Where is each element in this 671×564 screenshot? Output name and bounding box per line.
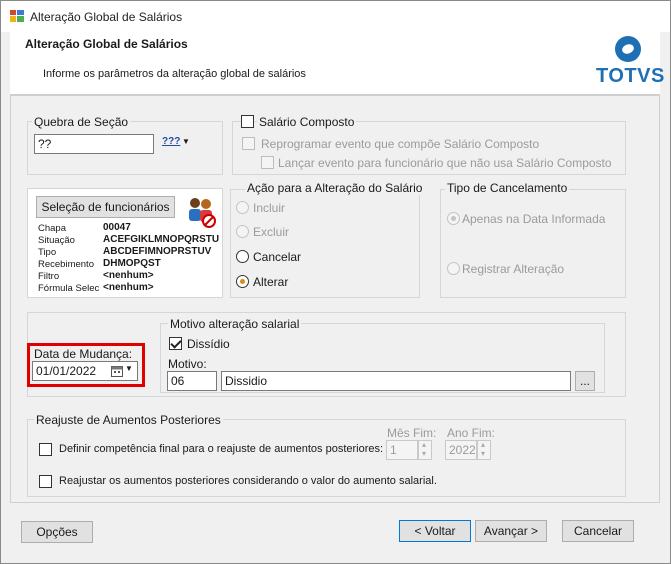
dissidio-label: Dissídio	[187, 337, 230, 351]
totvs-logo-text: TOTVS	[596, 65, 665, 87]
recebimento-label: Recebimento	[38, 259, 94, 270]
date-picker-button[interactable]: ▼	[109, 363, 135, 379]
reprogramar-checkbox[interactable]	[242, 137, 255, 150]
incluir-radio[interactable]	[236, 201, 249, 214]
motivo-code-input[interactable]: 06	[167, 371, 217, 391]
page-title: Alteração Global de Salários	[25, 37, 188, 51]
situacao-value: ACEFGIKLMNOPQRSTU	[103, 234, 220, 245]
page-subtitle: Informe os parâmetros da alteração globa…	[43, 68, 306, 80]
filtro-label: Filtro	[38, 271, 60, 282]
motivo-group-label: Motivo alteração salarial	[168, 317, 302, 331]
totvs-logo-icon	[615, 36, 641, 62]
chevron-down-icon: ▼	[125, 364, 133, 373]
lancar-evento-checkbox[interactable]	[261, 156, 274, 169]
selecao-funcionarios-button[interactable]: Seleção de funcionários	[36, 196, 175, 218]
incluir-label: Incluir	[253, 201, 286, 215]
cancelar-radio[interactable]	[236, 250, 249, 263]
motivo-label: Motivo:	[168, 357, 207, 371]
quebra-secao-input[interactable]: ??	[34, 134, 154, 154]
tipo-cancelamento-label: Tipo de Cancelamento	[445, 181, 570, 195]
reprogramar-label: Reprogramar evento que compõe Salário Co…	[261, 137, 540, 151]
title-bar: Alteração Global de Salários	[1, 1, 670, 32]
reajuste-label: Reajuste de Aumentos Posteriores	[34, 413, 223, 427]
cancel-button[interactable]: Cancelar	[562, 520, 634, 542]
alterar-radio[interactable]	[236, 275, 249, 288]
window-title: Alteração Global de Salários	[30, 10, 183, 24]
ano-fim-spinner[interactable]	[477, 440, 491, 460]
reajustar-aumentos-checkbox[interactable]	[39, 475, 52, 488]
tipo-cancelamento-group	[440, 189, 626, 298]
back-button[interactable]: < Voltar	[399, 520, 471, 542]
tipo-label: Tipo	[38, 247, 57, 258]
tipo-value: ABCDEFIMNOPRSTUV	[103, 246, 212, 257]
apenas-data-label: Apenas na Data Informada	[462, 212, 606, 226]
reajustar-aumentos-label: Reajustar os aumentos posteriores consid…	[59, 475, 437, 487]
next-button[interactable]: Avançar >	[475, 520, 547, 542]
ano-fim-label: Ano Fim:	[447, 426, 496, 440]
quebra-secao-label: Quebra de Seção	[32, 115, 131, 129]
lancar-evento-label: Lançar evento para funcionário que não u…	[278, 156, 612, 170]
motivo-browse-button[interactable]: ...	[575, 371, 595, 391]
mes-fim-spinner[interactable]	[418, 440, 432, 460]
definir-competencia-label: Definir competência final para o reajust…	[59, 443, 384, 455]
quebra-secao-filter-label: ???	[162, 136, 181, 147]
recebimento-value: DHMOPQST	[103, 258, 161, 269]
apenas-data-radio[interactable]	[447, 212, 460, 225]
chevron-down-icon: ▼	[182, 137, 190, 146]
calendar-icon	[111, 366, 123, 377]
filtro-value: <nenhum>	[103, 270, 154, 281]
acao-label: Ação para a Alteração do Salário	[245, 181, 425, 195]
formula-label: Fórmula Selec	[38, 283, 100, 294]
formula-value: <nenhum>	[103, 282, 154, 293]
header-panel: Alteração Global de Salários Informe os …	[10, 32, 665, 95]
chapa-label: Chapa	[38, 223, 66, 234]
registrar-alteracao-label: Registrar Alteração	[462, 262, 565, 276]
salario-composto-checkbox[interactable]	[241, 115, 254, 128]
excluir-radio[interactable]	[236, 225, 249, 238]
ano-fim-input[interactable]: 2022	[445, 440, 477, 460]
app-icon	[10, 10, 24, 22]
registrar-alteracao-radio[interactable]	[447, 262, 460, 275]
options-button[interactable]: Opções	[21, 521, 93, 543]
salario-composto-label: Salário Composto	[257, 115, 357, 129]
alterar-label: Alterar	[253, 275, 289, 289]
totvs-logo: TOTVS	[596, 35, 665, 91]
dissidio-checkbox[interactable]	[169, 337, 182, 350]
quebra-secao-filter-button[interactable]: ??? ▼	[162, 136, 190, 152]
dialog-window: Alteração Global de Salários Alteração G…	[0, 0, 671, 564]
mes-fim-label: Mês Fim:	[387, 426, 437, 440]
motivo-description-input[interactable]: Dissidio	[221, 371, 571, 391]
situacao-label: Situação	[38, 235, 75, 246]
users-icon	[189, 198, 216, 228]
excluir-label: Excluir	[253, 225, 290, 239]
chapa-value: 00047	[103, 222, 131, 233]
definir-competencia-checkbox[interactable]	[39, 443, 52, 456]
mes-fim-input[interactable]: 1	[386, 440, 418, 460]
data-mudanca-label: Data de Mudança:	[34, 347, 133, 361]
cancelar-label: Cancelar	[253, 250, 302, 264]
